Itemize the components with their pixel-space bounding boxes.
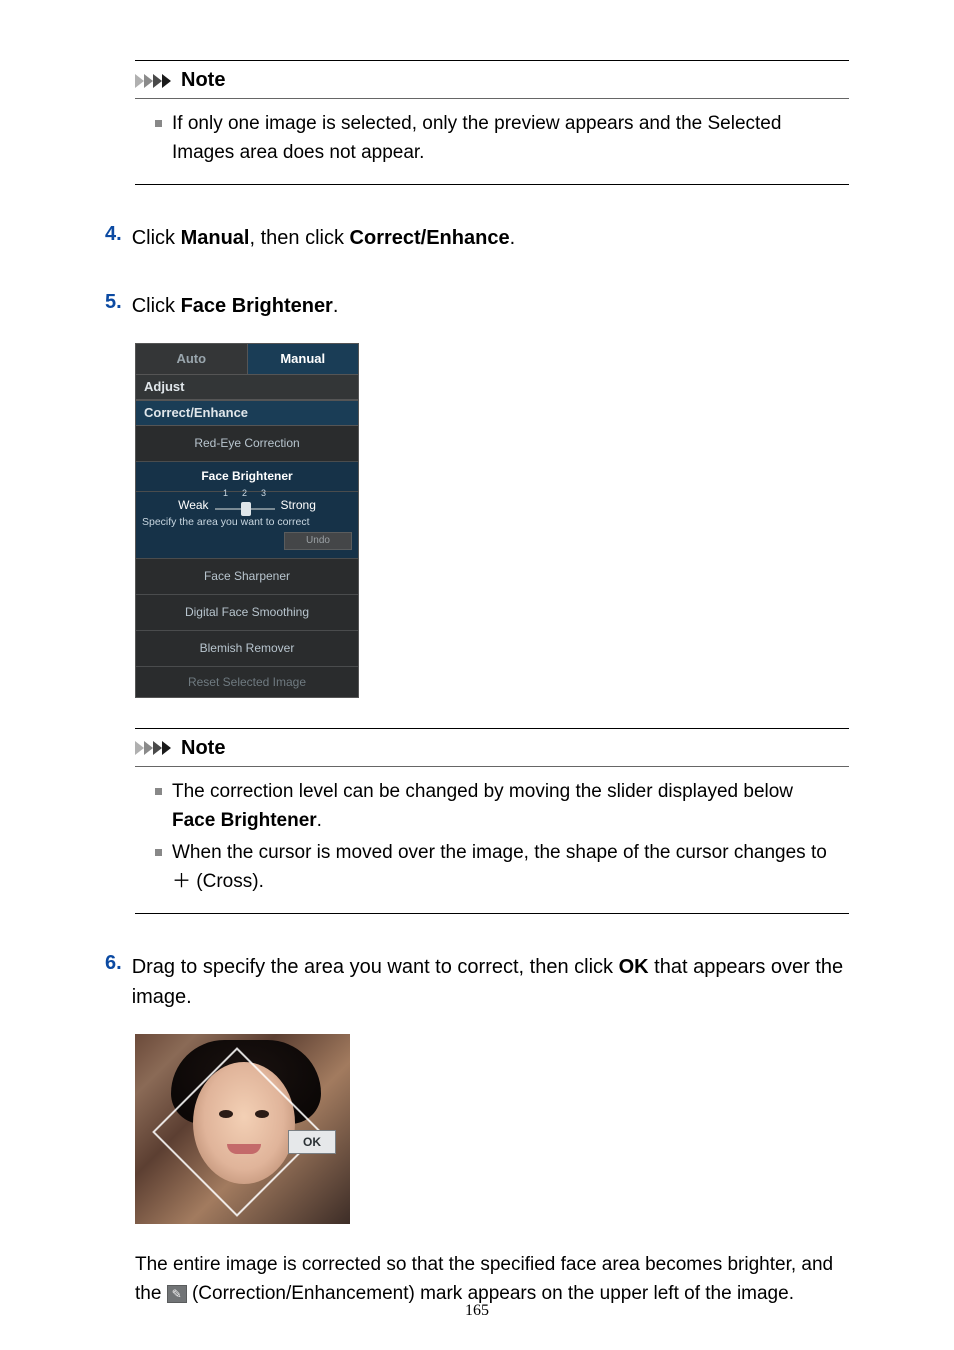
specify-text: Specify the area you want to correct: [142, 516, 352, 528]
cross-cursor-icon: ＋: [172, 871, 191, 892]
weak-label: Weak: [178, 498, 208, 512]
example-image: OK: [135, 1034, 849, 1224]
bold-text: Face Brightener: [172, 810, 317, 831]
face-photo[interactable]: OK: [135, 1034, 350, 1224]
step-number: 6.: [105, 952, 122, 1012]
note-chevrons-icon: [135, 739, 175, 757]
note-body: The correction level can be changed by m…: [135, 767, 849, 913]
note-item: When the cursor is moved over the image,…: [155, 838, 839, 897]
tab-manual[interactable]: Manual: [248, 344, 359, 374]
option-digital-face-smoothing[interactable]: Digital Face Smoothing: [136, 595, 358, 631]
note-box-1: Note If only one image is selected, only…: [135, 60, 849, 185]
section-adjust[interactable]: Adjust: [136, 374, 358, 400]
reset-selected-image[interactable]: Reset Selected Image: [136, 667, 358, 697]
tab-auto[interactable]: Auto: [136, 344, 248, 374]
option-blemish-remover[interactable]: Blemish Remover: [136, 631, 358, 667]
correction-enhancement-mark-icon: ✎: [167, 1285, 187, 1303]
option-red-eye[interactable]: Red-Eye Correction: [136, 426, 358, 462]
note-chevrons-icon: [135, 72, 175, 90]
correct-enhance-panel: Auto Manual Adjust Correct/Enhance Red-E…: [135, 343, 359, 698]
face-brightener-controls: Weak 1 2 3 Strong Specify the area you w…: [136, 492, 358, 559]
option-face-sharpener[interactable]: Face Sharpener: [136, 559, 358, 595]
bold-text: Face Brightener: [181, 295, 333, 317]
step-text: Drag to specify the area you want to cor…: [132, 952, 849, 1012]
slider-thumb[interactable]: [241, 502, 251, 516]
note-header: Note: [135, 61, 849, 99]
step-6: 6. Drag to specify the area you want to …: [105, 952, 849, 1012]
note-item-text: When the cursor is moved over the image,…: [172, 838, 839, 897]
result-paragraph: The entire image is corrected so that th…: [135, 1250, 849, 1309]
note-item-text: If only one image is selected, only the …: [172, 109, 839, 168]
note-item-text: The correction level can be changed by m…: [172, 777, 839, 836]
text: , then click: [249, 227, 349, 249]
step-4: 4. Click Manual, then click Correct/Enha…: [105, 223, 849, 253]
tick-2: 2: [242, 488, 247, 498]
square-bullet-icon: [155, 120, 162, 127]
note-header: Note: [135, 729, 849, 767]
tick-3: 3: [261, 488, 266, 498]
strength-slider[interactable]: 1 2 3: [215, 498, 275, 512]
tab-row: Auto Manual: [136, 344, 358, 374]
note-title: Note: [181, 737, 225, 760]
note-body: If only one image is selected, only the …: [135, 99, 849, 184]
text: The correction level can be changed by m…: [172, 781, 793, 802]
tick-1: 1: [223, 488, 228, 498]
text: .: [510, 227, 516, 249]
bold-text: OK: [619, 956, 649, 978]
step-text: Click Manual, then click Correct/Enhance…: [132, 223, 515, 253]
text: When the cursor is moved over the image,…: [172, 842, 827, 863]
square-bullet-icon: [155, 849, 162, 856]
note-box-2: Note The correction level can be changed…: [135, 728, 849, 914]
tick-labels: 1 2 3: [223, 488, 266, 498]
text: (Cross).: [191, 871, 264, 892]
note-item: If only one image is selected, only the …: [155, 109, 839, 168]
square-bullet-icon: [155, 788, 162, 795]
text: .: [333, 295, 339, 317]
step-number: 4.: [105, 223, 122, 253]
ok-button[interactable]: OK: [288, 1130, 336, 1154]
page-number: 165: [0, 1302, 954, 1320]
section-correct-enhance[interactable]: Correct/Enhance: [136, 400, 358, 426]
text: Drag to specify the area you want to cor…: [132, 956, 619, 978]
note-title: Note: [181, 69, 225, 92]
step-number: 5.: [105, 291, 122, 321]
undo-button[interactable]: Undo: [284, 532, 352, 550]
bold-text: Correct/Enhance: [350, 227, 510, 249]
note-item: The correction level can be changed by m…: [155, 777, 839, 836]
step-5: 5. Click Face Brightener.: [105, 291, 849, 321]
text: Click: [132, 295, 181, 317]
step-text: Click Face Brightener.: [132, 291, 339, 321]
strength-slider-row: Weak 1 2 3 Strong: [142, 498, 352, 512]
bold-text: Manual: [181, 227, 250, 249]
strong-label: Strong: [281, 498, 316, 512]
text: Click: [132, 227, 181, 249]
text: .: [317, 810, 322, 831]
text: (Correction/Enhancement) mark appears on…: [187, 1283, 794, 1304]
